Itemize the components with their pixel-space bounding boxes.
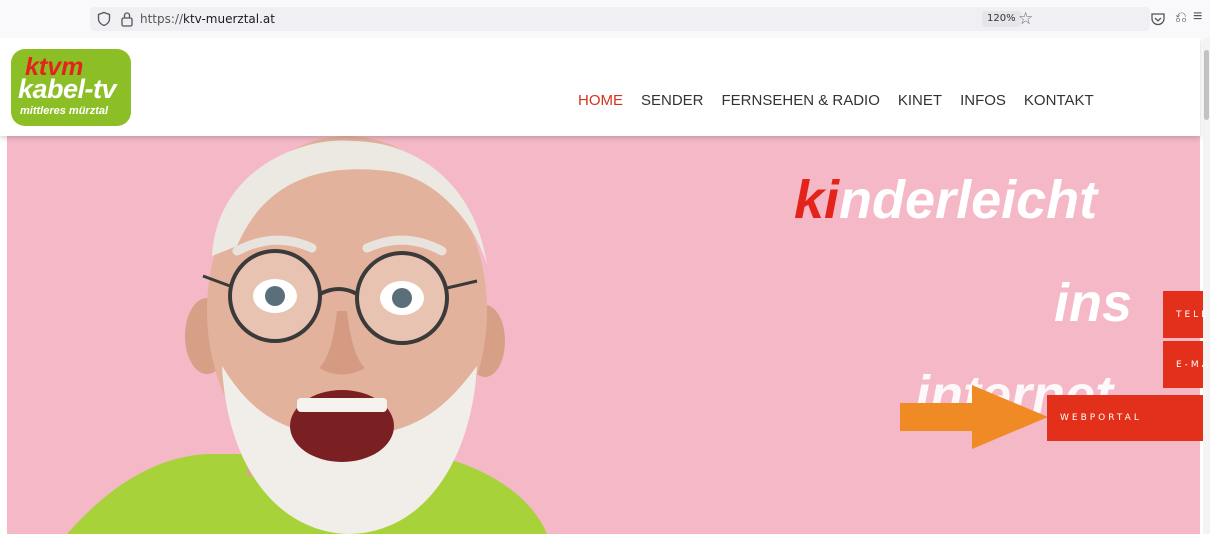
hero-banner: kinderleicht ins internet: [7, 136, 1200, 534]
telefon-label: TELEFON: [1176, 310, 1210, 320]
hamburger-menu-icon[interactable]: ≡: [1193, 8, 1202, 26]
email-side-button[interactable]: E-MAIL: [1163, 341, 1210, 388]
nav-item-kontakt[interactable]: KONTAKT: [1024, 92, 1094, 109]
nav-item-sender[interactable]: SENDER: [641, 92, 704, 109]
nav-item-home[interactable]: HOME: [578, 92, 623, 109]
nav-item-kinet[interactable]: KINET: [898, 92, 942, 109]
bookmark-star-icon[interactable]: ☆: [1018, 9, 1033, 29]
url-text[interactable]: https://ktv-muerztal.at: [140, 12, 275, 26]
zoom-level-badge[interactable]: 120%: [982, 11, 1021, 27]
lock-icon[interactable]: [120, 11, 134, 27]
email-label: E-MAIL: [1176, 360, 1210, 370]
site-header: ktvm kabel-tv mittleres mürztal HOME SEN…: [0, 38, 1200, 136]
telefon-side-button[interactable]: TELEFON: [1163, 291, 1210, 338]
pocket-icon[interactable]: [1150, 11, 1166, 27]
scrollbar-thumb[interactable]: [1204, 50, 1209, 120]
webportal-label: WEBPORTAL: [1060, 413, 1142, 423]
nav-item-fernsehen-radio[interactable]: FERNSEHEN & RADIO: [722, 92, 880, 109]
extensions-icon[interactable]: ⎌: [1175, 9, 1187, 26]
hero-headline-line1: kinderleicht: [794, 173, 1097, 227]
page-viewport: ktvm kabel-tv mittleres mürztal HOME SEN…: [0, 38, 1210, 534]
tracking-protection-shield-icon[interactable]: [96, 11, 112, 27]
url-host: ktv-muerztal.at: [183, 12, 275, 26]
nav-item-infos[interactable]: INFOS: [960, 92, 1006, 109]
logo-text-kabel-tv: kabel-tv: [18, 74, 117, 104]
logo-text-subtitle: mittleres mürztal: [20, 105, 109, 117]
hero-headline-highlight: ki: [794, 170, 840, 230]
orange-arrow-annotation-icon: [900, 385, 1048, 449]
hero-headline-rest: nderleicht: [839, 170, 1098, 230]
hero-headline-line2: ins: [1054, 273, 1133, 333]
site-logo[interactable]: ktvm kabel-tv mittleres mürztal: [11, 49, 131, 126]
browser-toolbar: https://ktv-muerztal.at 120% ☆ ⎌ ≡: [0, 0, 1210, 38]
url-scheme: https://: [140, 12, 184, 26]
main-navigation: HOME SENDER FERNSEHEN & RADIO KINET INFO…: [578, 92, 1094, 109]
webportal-button[interactable]: WEBPORTAL: [1047, 395, 1203, 441]
